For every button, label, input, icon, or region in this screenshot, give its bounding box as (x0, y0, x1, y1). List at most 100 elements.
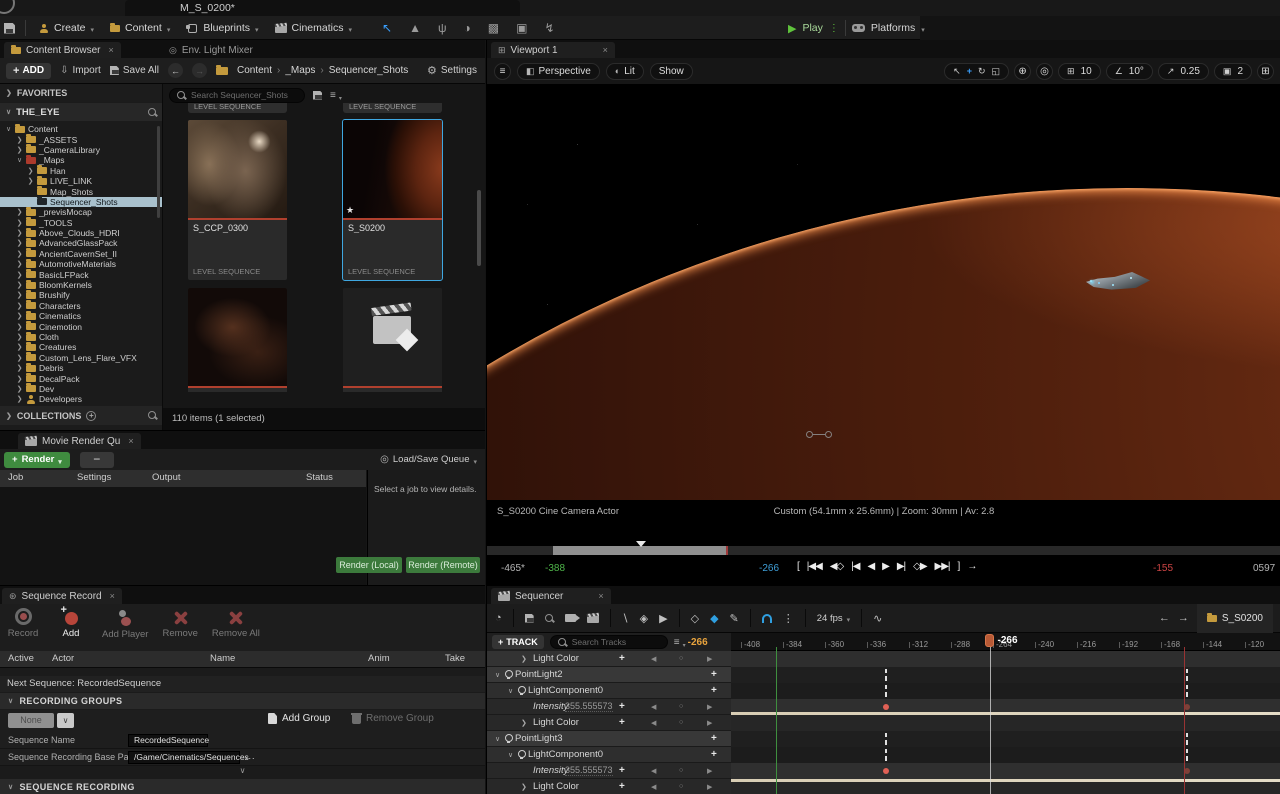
view-mode-button[interactable]: ◐Lit (606, 63, 644, 80)
prev-key-icon[interactable]: ◀ (651, 767, 656, 775)
record-button[interactable]: Record (6, 608, 40, 639)
keyframe-dot[interactable] (1184, 704, 1190, 710)
tab-movie-render-queue[interactable]: Movie Render Qu× (18, 433, 141, 449)
timeline-row-lightcomponent0[interactable] (731, 683, 1280, 699)
auto-key-icon[interactable]: ◆ (710, 612, 718, 625)
viewport-options-icon[interactable]: ≡ (494, 63, 511, 80)
save-icon[interactable] (4, 23, 15, 34)
browse-path-button[interactable]: ... (245, 751, 256, 761)
blueprints-menu[interactable]: Blueprints▾ (183, 22, 261, 34)
asset-search-input[interactable] (191, 90, 297, 100)
tab-viewport-1[interactable]: ⊞ Viewport 1× (491, 42, 615, 58)
track-value[interactable]: 355.555573 (565, 765, 613, 776)
add-key-icon[interactable]: + (619, 653, 625, 664)
previous-frame-button[interactable]: |◀ (851, 561, 859, 572)
keyframe-dot[interactable] (883, 704, 889, 710)
paint-mode-icon[interactable]: ◑ (464, 21, 471, 35)
breadcrumb-_maps[interactable]: _Maps (285, 65, 323, 76)
favorites-section[interactable]: ❯FAVORITES (0, 84, 163, 102)
asset-card-s_s_0100[interactable]: S_S_0100 (188, 288, 287, 392)
add-button[interactable]: +ADD (6, 63, 51, 79)
move-tool-icon[interactable]: + (967, 66, 972, 76)
group-select-caret-icon[interactable]: ∨ (57, 713, 74, 728)
add-collection-icon[interactable]: + (86, 411, 96, 421)
tree-item-creatures[interactable]: ❯Creatures (0, 342, 163, 352)
cinematics-menu[interactable]: Cinematics▾ (272, 22, 355, 34)
project-source-header[interactable]: ∨THE_EYE (0, 103, 163, 121)
content-menu[interactable]: Content▾ (107, 22, 173, 34)
render-queue-list[interactable] (0, 487, 366, 586)
range-in-field[interactable]: -388 (545, 563, 565, 574)
remove-button[interactable]: Remove (162, 608, 197, 639)
add-player-button[interactable]: Add Player (102, 608, 148, 640)
camera-speed-button[interactable]: ▣2 (1214, 63, 1252, 80)
toggle-key-icon[interactable]: ○ (679, 767, 683, 774)
sequencer-current-frame[interactable]: -266 (688, 637, 708, 648)
playback-start-field[interactable]: -465* (501, 563, 525, 574)
render-local-button[interactable]: Render (Local) (336, 557, 402, 573)
tree-item-characters[interactable]: ❯Characters (0, 301, 163, 311)
timeline-scrollbar[interactable] (487, 546, 1280, 555)
timeline-row-intensity[interactable] (731, 763, 1280, 779)
previous-key-button[interactable]: ◀◇ (830, 561, 843, 572)
track-row-light-color[interactable]: ❯Light Color+◀○▶ (487, 715, 731, 731)
remove-job-button[interactable]: − (80, 452, 114, 468)
sequence-name-field[interactable]: RecordedSequence (128, 734, 208, 747)
add-key-icon[interactable]: + (619, 781, 625, 792)
tree-item-basiclfpack[interactable]: ❯BasicLFPack (0, 269, 163, 279)
range-out-field[interactable]: -155 (1153, 563, 1173, 574)
settings-button[interactable]: ⚙Settings (427, 64, 477, 77)
maximize-viewport-icon[interactable]: ⊞ (1257, 63, 1274, 80)
snap-options-icon[interactable]: ⋮ (783, 612, 794, 625)
asset-card-s_s0200[interactable]: ★S_S0200LEVEL SEQUENCE (343, 120, 442, 280)
track-filter-icon[interactable]: ≡ (674, 637, 680, 648)
toggle-key-icon[interactable]: ○ (679, 655, 683, 662)
playhead-line[interactable] (990, 646, 991, 794)
tree-item-_tools[interactable]: ❯_TOOLS (0, 218, 163, 228)
render-add-button[interactable]: +Render▾ (4, 452, 70, 468)
toggle-key-icon[interactable]: ○ (679, 719, 683, 726)
show-button[interactable]: Show (650, 63, 693, 80)
playback-end-field[interactable]: 0597 (1253, 563, 1280, 574)
platforms-button[interactable]: Platforms (871, 22, 915, 34)
add-track-button[interactable]: +TRACK (492, 635, 544, 649)
toggle-key-icon[interactable]: ○ (679, 703, 683, 710)
play-forward-button[interactable]: ▶ (882, 561, 889, 572)
prev-key-icon[interactable]: ◀ (651, 783, 656, 791)
asset-card-partial[interactable]: LEVEL SEQUENCE (188, 103, 287, 113)
playback-mode-linear-button[interactable]: → (967, 561, 976, 572)
timeline-row-light-color[interactable] (731, 715, 1280, 731)
tree-item-cloth[interactable]: ❯Cloth (0, 332, 163, 342)
tree-item-advancedglasspack[interactable]: ❯AdvancedGlassPack (0, 238, 163, 248)
keyframe-marker[interactable] (885, 669, 887, 681)
render-remote-button[interactable]: Render (Remote) (406, 557, 480, 573)
landscape-mode-icon[interactable]: ▲ (409, 21, 421, 35)
breadcrumb-sequencer_shots[interactable]: Sequencer_Shots (329, 65, 409, 76)
fps-button[interactable]: 24 fps▾ (817, 612, 850, 624)
rotate-tool-icon[interactable]: ↻ (978, 66, 986, 77)
foliage-mode-icon[interactable]: ψ (438, 21, 447, 35)
save-sequence-icon[interactable] (525, 614, 534, 623)
track-row-intensity[interactable]: Intensity355.555573+◀○▶ (487, 763, 731, 779)
asset-scrollbar[interactable] (477, 190, 481, 266)
add-group-button[interactable]: Add Group (268, 713, 330, 724)
add-section-icon[interactable]: + (711, 685, 717, 696)
add-button[interactable]: Add (54, 608, 88, 639)
keyframe-dot[interactable] (883, 768, 889, 774)
close-tab-icon[interactable]: × (598, 591, 603, 601)
next-key-icon[interactable]: ▶ (707, 767, 712, 775)
timeline-row-pointlight2[interactable] (731, 667, 1280, 683)
create-menu[interactable]: Create▾ (36, 22, 97, 34)
playback-options-icon[interactable]: ▶ (659, 612, 667, 625)
playhead-handle[interactable] (985, 634, 994, 647)
prev-key-icon[interactable]: ◀ (651, 703, 656, 711)
keyframe-marker[interactable] (1186, 749, 1188, 761)
remove-all-button[interactable]: Remove All (212, 608, 260, 639)
tree-item-debris[interactable]: ❯Debris (0, 363, 163, 373)
keyframe-dot[interactable] (1184, 768, 1190, 774)
scale-tool-icon[interactable]: ◱ (992, 66, 1001, 77)
tree-item-automotivematerials[interactable]: ❯AutomotiveMaterials (0, 259, 163, 269)
tree-item-han[interactable]: ❯Han (0, 166, 163, 176)
close-tab-icon[interactable]: × (108, 45, 113, 55)
track-value[interactable]: 355.555573 (565, 701, 613, 712)
